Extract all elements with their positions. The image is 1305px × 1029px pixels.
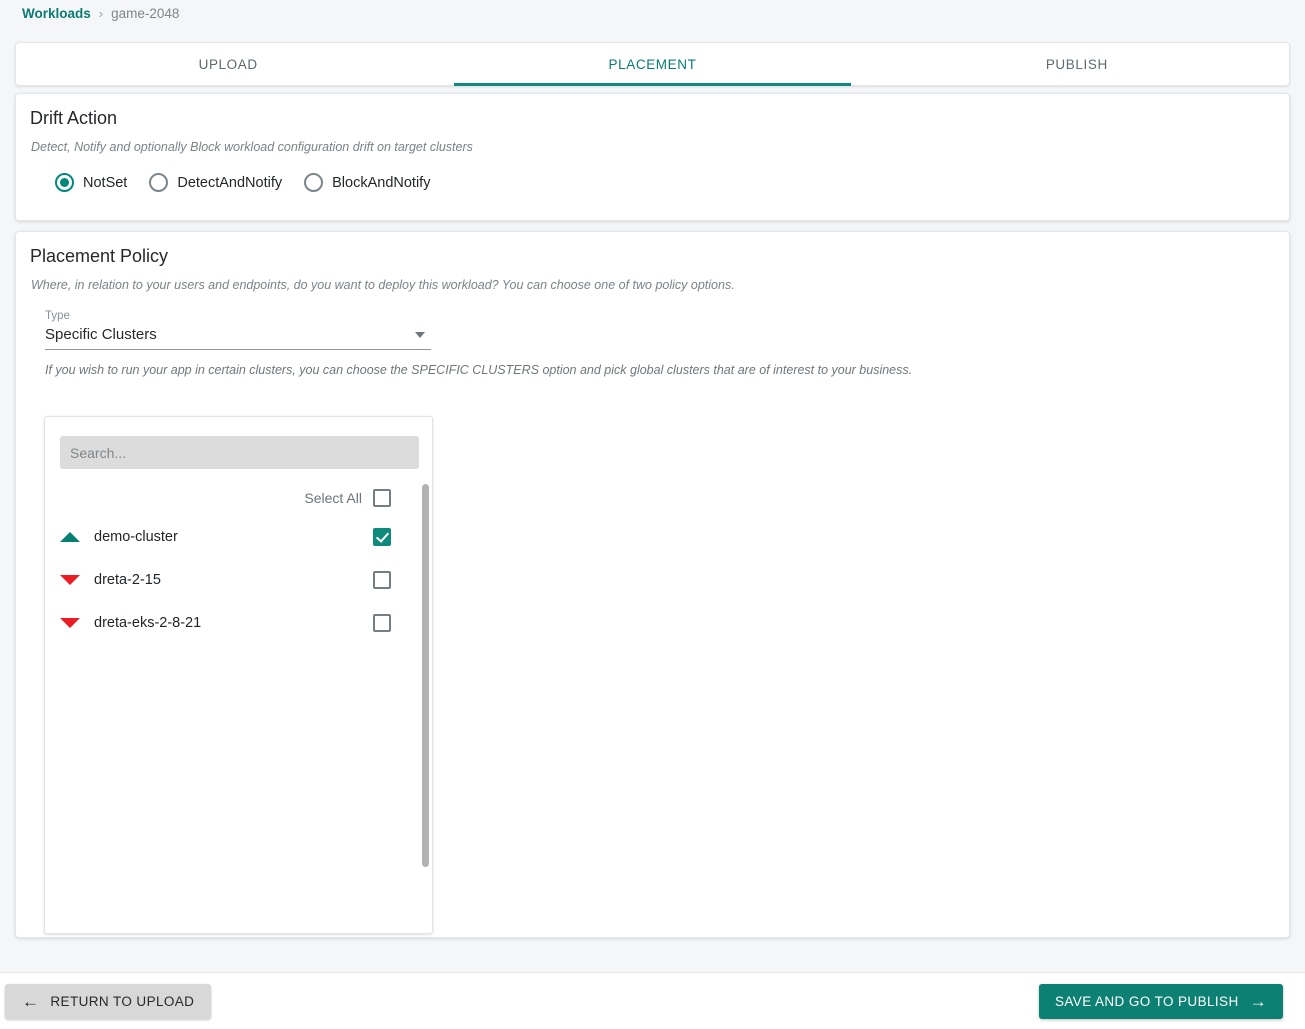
tab-placement[interactable]: PLACEMENT bbox=[440, 43, 864, 86]
placement-policy-title: Placement Policy bbox=[30, 246, 169, 266]
chevron-down-icon bbox=[415, 331, 425, 338]
radio-blockandnotify-label: BlockAndNotify bbox=[332, 174, 431, 191]
placement-type-value: Specific Clusters bbox=[45, 326, 157, 343]
radio-detectandnotify[interactable]: DetectAndNotify bbox=[149, 173, 282, 192]
radio-notset-label: NotSet bbox=[83, 174, 128, 191]
cluster-list-scrollbar[interactable] bbox=[422, 484, 429, 867]
cluster-list: Select All demo-cluster dreta-2-15 dreta… bbox=[45, 481, 432, 933]
drift-action-card: Drift Action Detect, Notify and optional… bbox=[15, 93, 1290, 221]
wizard-tabs: UPLOAD PLACEMENT PUBLISH bbox=[15, 42, 1290, 86]
placement-type-field: Type Specific Clusters bbox=[45, 310, 431, 350]
tab-publish[interactable]: PUBLISH bbox=[865, 43, 1289, 85]
cluster-picker-panel: Select All demo-cluster dreta-2-15 dreta… bbox=[44, 416, 433, 934]
select-all-row[interactable]: Select All bbox=[45, 481, 432, 515]
save-and-go-to-publish-label: SAVE AND GO TO PUBLISH bbox=[1054, 994, 1239, 1009]
status-down-triangle-icon bbox=[60, 617, 80, 628]
cluster-row-dreta-2-15[interactable]: dreta-2-15 bbox=[45, 558, 432, 601]
wizard-footer: ← RETURN TO UPLOAD SAVE AND GO TO PUBLIS… bbox=[0, 972, 1305, 1029]
cluster-name: dreta-eks-2-8-21 bbox=[94, 614, 202, 631]
drift-action-title: Drift Action bbox=[30, 108, 118, 128]
radio-detectandnotify-label: DetectAndNotify bbox=[177, 174, 283, 191]
tab-upload-label: UPLOAD bbox=[198, 56, 258, 72]
cluster-row-demo-cluster[interactable]: demo-cluster bbox=[45, 515, 432, 558]
placement-policy-subtitle: Where, in relation to your users and end… bbox=[31, 278, 735, 292]
tab-upload[interactable]: UPLOAD bbox=[16, 43, 440, 85]
radio-blockandnotify[interactable]: BlockAndNotify bbox=[304, 173, 430, 192]
cluster-checkbox-dreta-eks-2-8-21[interactable] bbox=[373, 613, 391, 632]
drift-action-radio-group: NotSet DetectAndNotify BlockAndNotify bbox=[55, 173, 452, 192]
placement-page: Workloads › game-2048 UPLOAD PLACEMENT P… bbox=[0, 0, 1305, 1029]
cluster-row-dreta-eks-2-8-21[interactable]: dreta-eks-2-8-21 bbox=[45, 601, 432, 644]
cluster-name: demo-cluster bbox=[94, 528, 178, 545]
radio-blockandnotify-mark bbox=[304, 173, 324, 192]
placement-type-label: Type bbox=[45, 310, 70, 322]
cluster-name: dreta-2-15 bbox=[94, 571, 161, 588]
placement-type-select[interactable]: Specific Clusters bbox=[45, 326, 431, 350]
select-all-label: Select All bbox=[304, 490, 362, 506]
status-up-triangle-icon bbox=[60, 531, 80, 542]
radio-detectandnotify-mark bbox=[149, 173, 169, 192]
save-and-go-to-publish-button[interactable]: SAVE AND GO TO PUBLISH → bbox=[1038, 984, 1283, 1019]
arrow-left-icon: ← bbox=[22, 992, 40, 1011]
cluster-checkbox-demo-cluster[interactable] bbox=[373, 527, 391, 546]
return-to-upload-label: RETURN TO UPLOAD bbox=[50, 994, 195, 1009]
arrow-right-icon: → bbox=[1249, 992, 1267, 1011]
drift-action-subtitle: Detect, Notify and optionally Block work… bbox=[31, 140, 473, 154]
placement-policy-card: Placement Policy Where, in relation to y… bbox=[15, 231, 1290, 938]
radio-notset-mark bbox=[55, 173, 74, 192]
return-to-upload-button[interactable]: ← RETURN TO UPLOAD bbox=[5, 984, 212, 1019]
cluster-search-input[interactable] bbox=[60, 436, 419, 469]
radio-notset[interactable]: NotSet bbox=[55, 173, 127, 192]
breadcrumb-current: game-2048 bbox=[111, 6, 180, 21]
select-all-checkbox[interactable] bbox=[373, 489, 391, 507]
cluster-checkbox-dreta-2-15[interactable] bbox=[373, 570, 391, 589]
breadcrumb: Workloads › game-2048 bbox=[22, 6, 179, 21]
status-down-triangle-icon bbox=[60, 574, 80, 585]
breadcrumb-separator-icon: › bbox=[98, 6, 104, 21]
placement-type-help-text: If you wish to run your app in certain c… bbox=[45, 363, 913, 377]
breadcrumb-link-workloads[interactable]: Workloads bbox=[22, 6, 91, 21]
tab-placement-label: PLACEMENT bbox=[608, 56, 697, 72]
tab-publish-label: PUBLISH bbox=[1045, 56, 1108, 72]
